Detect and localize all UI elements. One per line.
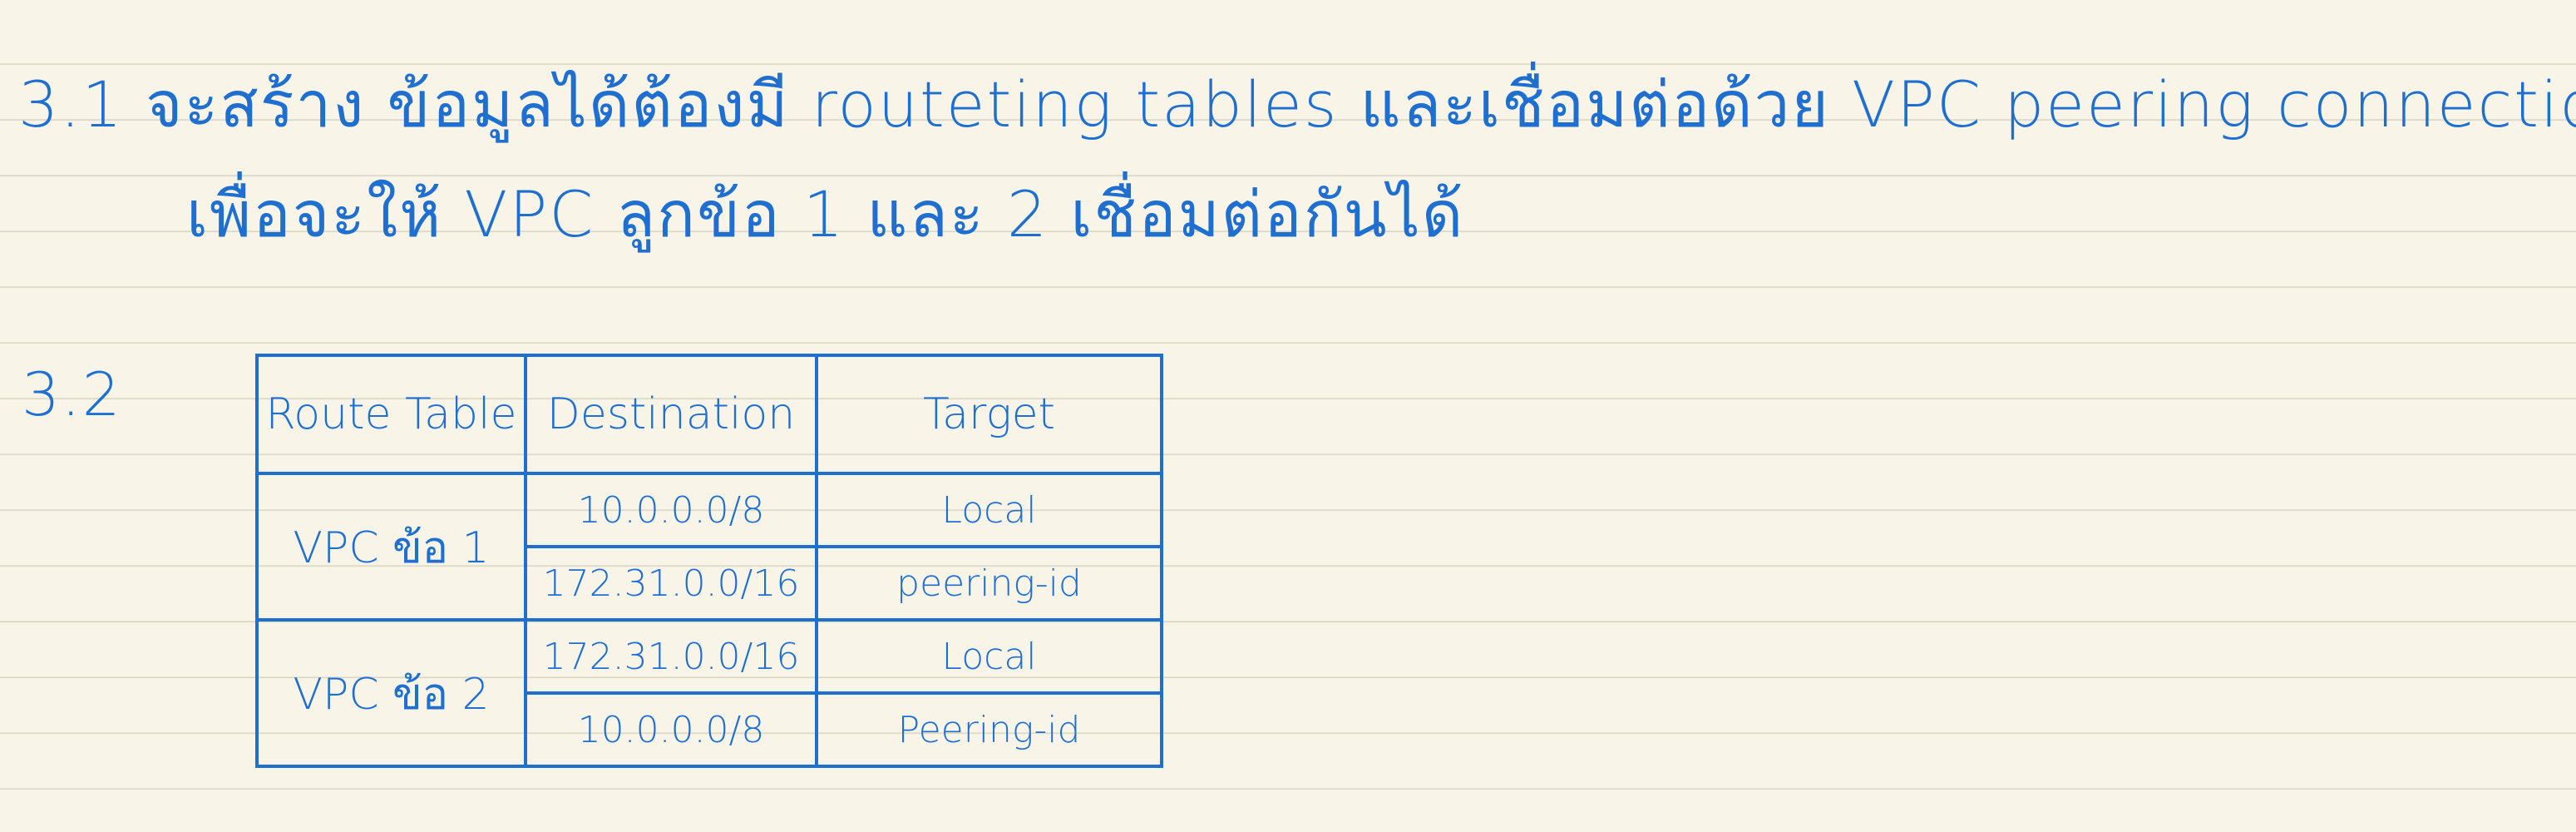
destination-cell: 172.31.0.0/16 xyxy=(524,545,818,622)
destination-cell: 10.0.0.0/8 xyxy=(524,691,818,768)
header-destination: Destination xyxy=(524,354,818,475)
table-header-row: Route Table Destination Target xyxy=(255,354,1163,475)
table-row: VPC ข้อ 1 10.0.0.0/8 Local xyxy=(255,472,1163,622)
header-target: Target xyxy=(815,354,1163,475)
header-route-table: Route Table xyxy=(255,354,527,475)
route-table-name: VPC ข้อ 1 xyxy=(255,472,527,622)
route-table-name: VPC ข้อ 2 xyxy=(255,618,527,768)
destination-cell: 10.0.0.0/8 xyxy=(524,472,818,548)
target-cell: Local xyxy=(815,618,1163,695)
target-cell: peering-id xyxy=(815,545,1163,622)
section-number: 3.2 xyxy=(22,359,122,429)
note-line-1: 3.1 จะสร้าง ข้อมูลได้ต้องมี routeting ta… xyxy=(18,67,2576,141)
table-row: VPC ข้อ 2 172.31.0.0/16 Local xyxy=(255,618,1163,768)
target-cell: Peering-id xyxy=(815,691,1163,768)
destination-cell: 172.31.0.0/16 xyxy=(524,618,818,695)
note-line-2: เพื่อจะให้ VPC ลูกข้อ 1 และ 2 เชื่อมต่อก… xyxy=(186,177,1465,251)
route-table: Route Table Destination Target VPC ข้อ 1… xyxy=(255,354,1163,768)
target-cell: Local xyxy=(815,472,1163,548)
